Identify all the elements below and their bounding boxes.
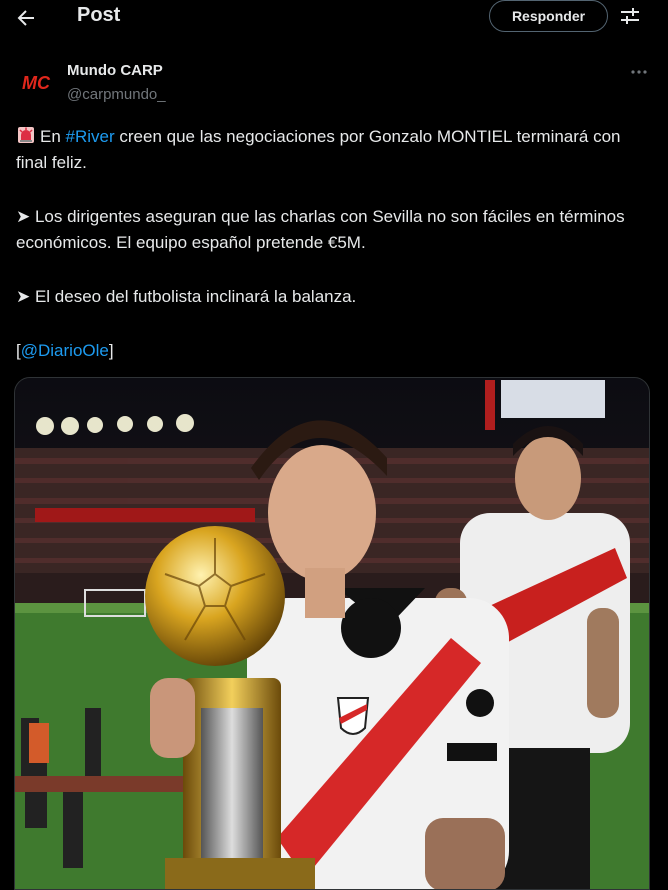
tweet-source: [@DiarioOle] [16,338,646,364]
top-bar: Post Responder [0,0,668,40]
tweet-line1-prefix: En [40,127,66,146]
siren-emoji-icon [16,125,36,145]
author-name[interactable]: Mundo CARP [67,62,163,79]
page-title: Post [77,4,121,26]
more-horizontal-icon[interactable] [627,62,651,82]
hashtag-river-link[interactable]: #River [66,127,115,146]
tweet-photo[interactable] [14,377,650,890]
tweet-text: En #River creen que las negociaciones po… [16,124,646,364]
back-arrow-icon[interactable] [14,6,38,30]
tweet-paragraph-1: En #River creen que las negociaciones po… [16,124,646,176]
tweet-paragraph-2: ➤ Los dirigentes aseguran que las charla… [16,207,625,252]
mention-diarioole-link[interactable]: @DiarioOle [21,341,109,360]
tweet-paragraph-3: ➤ El deseo del futbolista inclinará la b… [16,287,357,306]
sliders-icon[interactable] [619,5,641,27]
avatar[interactable]: MC [16,62,56,102]
avatar-logo-text: MC [22,73,51,93]
source-close-bracket: ] [108,341,114,360]
author-handle[interactable]: @carpmundo_ [67,86,166,103]
reply-button[interactable]: Responder [489,0,608,32]
